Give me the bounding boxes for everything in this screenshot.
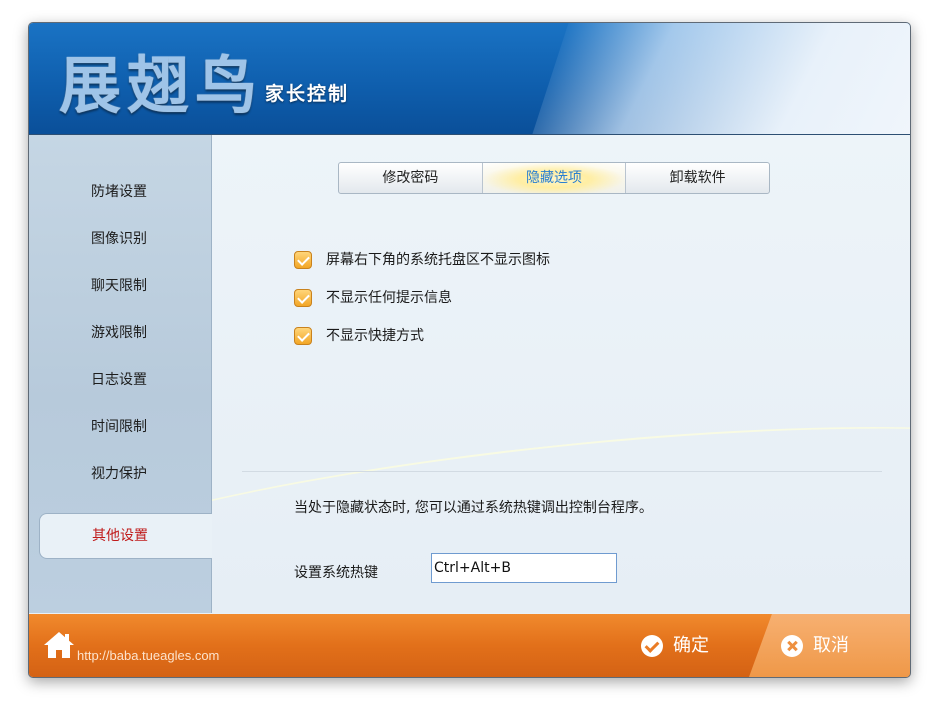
app-logo: 展翅鸟 [59, 49, 264, 122]
hotkey-input[interactable] [431, 553, 617, 583]
tab-change-password[interactable]: 修改密码 [339, 163, 483, 193]
checkbox-checked-icon[interactable] [294, 251, 312, 269]
sidebar-item-log-settings[interactable]: 日志设置 [39, 363, 211, 397]
sidebar-item-other-settings[interactable]: 其他设置 [39, 513, 212, 559]
option-label: 不显示快捷方式 [326, 328, 424, 344]
sidebar-item-game-limit[interactable]: 游戏限制 [39, 316, 211, 350]
app-window: 展翅鸟 家长控制 防堵设置 图像识别 聊天限制 游戏限制 日志设置 时间限制 视… [28, 22, 911, 678]
header-decoration [516, 23, 910, 134]
header-banner: 展翅鸟 家长控制 [29, 23, 910, 135]
checkbox-checked-icon[interactable] [294, 327, 312, 345]
hidden-mode-info-text: 当处于隐藏状态时, 您可以通过系统热键调出控制台程序。 [294, 500, 653, 516]
close-circle-icon [781, 635, 803, 657]
cancel-button[interactable]: 取消 [781, 628, 849, 664]
home-icon[interactable] [43, 630, 75, 660]
option-hide-notifications[interactable]: 不显示任何提示信息 [294, 285, 550, 311]
cancel-button-label: 取消 [813, 635, 849, 656]
sidebar: 防堵设置 图像识别 聊天限制 游戏限制 日志设置 时间限制 视力保护 其他设置 [29, 135, 212, 613]
sidebar-item-image-recognition[interactable]: 图像识别 [39, 222, 211, 256]
option-label: 屏幕右下角的系统托盘区不显示图标 [326, 252, 550, 268]
footer-bar: http://baba.tueagles.com 确定 取消 [29, 614, 910, 677]
tab-bar: 修改密码 隐藏选项 卸载软件 [338, 162, 770, 194]
option-label: 不显示任何提示信息 [326, 290, 452, 306]
sidebar-item-time-limit[interactable]: 时间限制 [39, 410, 211, 444]
ok-button[interactable]: 确定 [641, 628, 709, 664]
sidebar-item-eye-protection[interactable]: 视力保护 [39, 457, 211, 491]
divider [242, 471, 882, 472]
tab-uninstall[interactable]: 卸载软件 [626, 163, 769, 193]
sidebar-item-block-settings[interactable]: 防堵设置 [39, 175, 211, 209]
app-subtitle: 家长控制 [265, 83, 350, 105]
options-list: 屏幕右下角的系统托盘区不显示图标 不显示任何提示信息 不显示快捷方式 [294, 247, 550, 361]
hotkey-label: 设置系统热键 [294, 565, 378, 581]
content-panel: 修改密码 隐藏选项 卸载软件 屏幕右下角的系统托盘区不显示图标 不显示任何提示信… [212, 135, 910, 613]
option-hide-shortcuts[interactable]: 不显示快捷方式 [294, 323, 550, 349]
option-hide-tray-icon[interactable]: 屏幕右下角的系统托盘区不显示图标 [294, 247, 550, 273]
sidebar-item-chat-limit[interactable]: 聊天限制 [39, 269, 211, 303]
ok-button-label: 确定 [673, 635, 709, 656]
website-link[interactable]: http://baba.tueagles.com [77, 648, 219, 663]
tab-hide-options[interactable]: 隐藏选项 [482, 163, 627, 193]
check-circle-icon [641, 635, 663, 657]
checkbox-checked-icon[interactable] [294, 289, 312, 307]
